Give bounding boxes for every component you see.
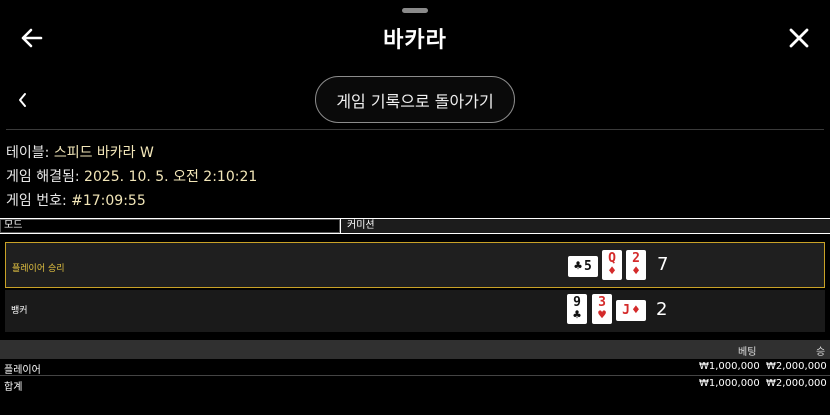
table-value: 스피드 바카라 W bbox=[53, 145, 154, 161]
mode-value: 커미션 bbox=[341, 219, 830, 233]
player-card-1: ♣ 5 bbox=[568, 256, 598, 277]
club-suit-icon: ♣ bbox=[574, 259, 582, 274]
diamond-suit-icon: ♦ bbox=[632, 303, 640, 318]
bets-table-header bbox=[0, 340, 830, 359]
club-suit-icon: ♣ bbox=[573, 308, 581, 323]
sheet-drag-handle[interactable] bbox=[402, 8, 428, 13]
bet-name: 플레이어 bbox=[4, 365, 41, 376]
player-result-label: 플레이어 승리 bbox=[12, 264, 65, 274]
player-card-3: 2 ♦ bbox=[626, 250, 646, 280]
table-row-total: 합계 ₩1,000,000 ₩2,000,000 bbox=[0, 376, 830, 393]
game-number-label: 게임 번호: bbox=[6, 193, 67, 209]
banker-result-row: 뱅커 9 ♣ 3 ♥ J ♦ 2 bbox=[5, 290, 825, 332]
bet-amount: ₩1,000,000 bbox=[699, 361, 760, 372]
back-to-history-button[interactable]: 게임 기록으로 돌아가기 bbox=[315, 76, 515, 123]
banker-card-3: J ♦ bbox=[616, 300, 646, 321]
chevron-left-icon[interactable] bbox=[15, 90, 31, 110]
resolved-label: 게임 해결됨: bbox=[6, 169, 80, 185]
table-label: 테이블: bbox=[6, 145, 50, 161]
diamond-suit-icon: ♦ bbox=[608, 264, 616, 279]
diamond-suit-icon: ♦ bbox=[632, 264, 640, 279]
banker-score: 2 bbox=[656, 299, 668, 320]
banker-card-1: 9 ♣ bbox=[567, 294, 587, 324]
player-result-row: 플레이어 승리 ♣ 5 Q ♦ 2 ♦ 7 bbox=[5, 242, 825, 288]
total-win-amount: ₩2,000,000 bbox=[766, 378, 827, 389]
player-card-2: Q ♦ bbox=[602, 250, 622, 280]
card-rank: J bbox=[622, 303, 630, 318]
win-column-header: 승 bbox=[816, 347, 826, 358]
game-number-info: 게임 번호: #17:09:55 bbox=[6, 190, 146, 210]
player-score: 7 bbox=[657, 254, 669, 275]
banker-card-2: 3 ♥ bbox=[592, 294, 612, 324]
resolved-value: 2025. 10. 5. 오전 2:10:21 bbox=[84, 169, 258, 185]
game-number-value: #17:09:55 bbox=[71, 193, 146, 209]
heart-suit-icon: ♥ bbox=[598, 308, 606, 323]
table-info: 테이블: 스피드 바카라 W bbox=[6, 142, 154, 162]
divider bbox=[6, 129, 824, 130]
close-icon[interactable] bbox=[787, 26, 811, 50]
mode-label: 모드 bbox=[0, 219, 340, 233]
total-label: 합계 bbox=[4, 382, 23, 393]
table-row: 플레이어 ₩1,000,000 ₩2,000,000 bbox=[0, 359, 830, 376]
bet-column-header: 베팅 bbox=[738, 347, 757, 358]
banker-result-label: 뱅커 bbox=[11, 306, 28, 316]
total-bet-amount: ₩1,000,000 bbox=[699, 378, 760, 389]
back-to-history-label: 게임 기록으로 돌아가기 bbox=[336, 91, 494, 111]
resolved-info: 게임 해결됨: 2025. 10. 5. 오전 2:10:21 bbox=[6, 166, 257, 186]
page-title: 바카라 bbox=[383, 28, 447, 53]
win-amount: ₩2,000,000 bbox=[766, 361, 827, 372]
card-rank: 5 bbox=[584, 259, 592, 274]
